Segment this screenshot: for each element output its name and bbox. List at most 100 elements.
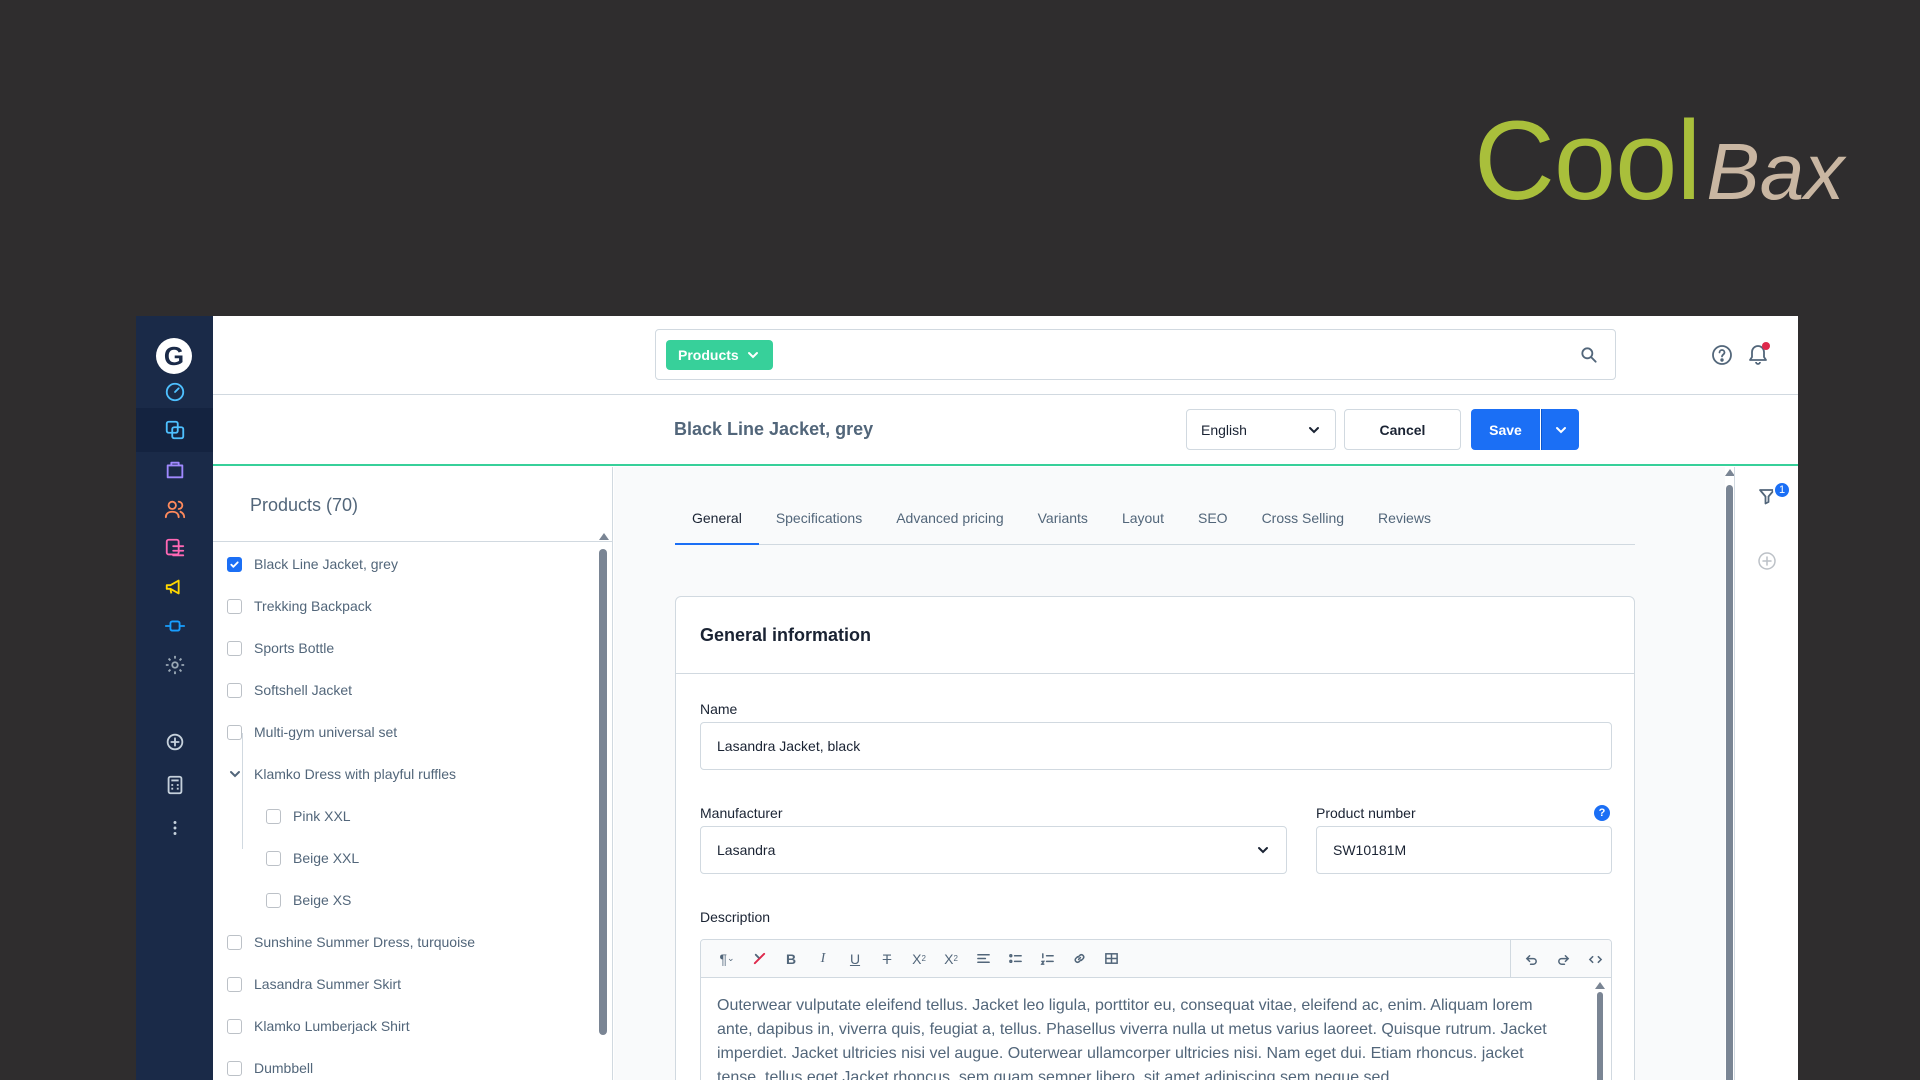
row-checkbox[interactable] (266, 808, 281, 824)
tab-seo[interactable]: SEO (1181, 510, 1245, 545)
marketing-icon[interactable] (136, 565, 213, 609)
language-select[interactable]: English (1186, 409, 1336, 450)
ordered-list-icon[interactable] (1031, 940, 1063, 978)
more-icon[interactable] (136, 806, 213, 850)
sidebar: G (136, 316, 213, 1080)
shopware-logo[interactable]: G (156, 338, 192, 374)
customers-icon[interactable] (136, 487, 213, 531)
underline-icon[interactable]: U (839, 940, 871, 978)
product-name: Black Line Jacket, grey (254, 556, 398, 572)
brand-bax: Bax (1706, 127, 1845, 216)
text-color-icon[interactable] (743, 940, 775, 978)
help-icon[interactable] (1710, 343, 1734, 367)
product-list-item[interactable]: Sports Bottle (227, 627, 334, 669)
row-checkbox[interactable] (227, 1018, 242, 1034)
scroll-up-arrow[interactable] (599, 533, 609, 540)
product-list-item[interactable]: Trekking Backpack (227, 585, 372, 627)
tab-layout[interactable]: Layout (1105, 510, 1181, 545)
description-text[interactable]: Outerwear vulputate eleifend tellus. Jac… (701, 978, 1611, 1080)
name-field[interactable]: Lasandra Jacket, black (700, 722, 1612, 770)
calculator-icon[interactable] (136, 763, 213, 807)
catalog-icon[interactable] (136, 408, 213, 452)
product-list-item[interactable]: Klamko Dress with playful ruffles (227, 753, 456, 795)
product-list-item[interactable]: Sunshine Summer Dress, turquoise (227, 921, 475, 963)
row-checkbox[interactable] (266, 850, 281, 866)
superscript-icon[interactable]: X2 (903, 940, 935, 978)
tab-reviews[interactable]: Reviews (1361, 510, 1448, 545)
strikethrough-icon[interactable]: T (871, 940, 903, 978)
product-list-item[interactable]: Beige XXL (266, 837, 359, 879)
expand-chevron-icon[interactable] (227, 767, 242, 782)
save-button[interactable]: Save (1471, 409, 1540, 450)
cancel-button[interactable]: Cancel (1344, 409, 1461, 450)
product-list-item[interactable]: Pink XXL (266, 795, 351, 837)
editor-scrollbar[interactable] (1597, 992, 1603, 1080)
page-header: Black Line Jacket, grey English Cancel S… (213, 395, 1798, 466)
chevron-down-icon (747, 352, 758, 359)
product-name: Softshell Jacket (254, 682, 353, 698)
row-checkbox[interactable] (227, 934, 242, 950)
italic-icon[interactable]: I (807, 940, 839, 978)
notification-dot (1762, 342, 1770, 350)
row-checkbox[interactable] (227, 556, 242, 572)
add-icon[interactable] (136, 720, 213, 764)
row-checkbox[interactable] (227, 976, 242, 992)
right-sidebar: 1 (1734, 467, 1798, 1080)
global-search[interactable]: Products (655, 329, 1616, 380)
product-name: Klamko Dress with playful ruffles (254, 766, 457, 782)
tab-variants[interactable]: Variants (1021, 510, 1105, 545)
product-list-title: Products (70) (213, 467, 612, 542)
code-view-icon[interactable] (1579, 940, 1611, 978)
product-list-item[interactable]: Softshell Jacket (227, 669, 352, 711)
tab-advanced-pricing[interactable]: Advanced pricing (879, 510, 1020, 545)
scrollbar-thumb[interactable] (1726, 485, 1733, 1080)
description-editor[interactable]: ¶ ⌄ B I U T X2 X2 Outerwear vulputate el… (700, 939, 1612, 1080)
brand-logo: Cool Bax (1474, 96, 1844, 225)
add-circle-icon[interactable] (1757, 551, 1777, 571)
tab-specifications[interactable]: Specifications (759, 510, 879, 545)
editor-history-tools (1510, 940, 1611, 978)
list-scrollbar[interactable] (599, 549, 607, 1035)
extensions-icon[interactable] (136, 604, 213, 648)
redo-icon[interactable] (1547, 940, 1579, 978)
row-checkbox[interactable] (227, 682, 242, 698)
row-checkbox[interactable] (227, 1060, 242, 1076)
tab-cross-selling[interactable]: Cross Selling (1245, 510, 1361, 545)
product-list-panel: Products (70) Black Line Jacket, grey Tre… (213, 467, 613, 1080)
product-list-item[interactable]: Black Line Jacket, grey (227, 543, 398, 585)
search-type-tag[interactable]: Products (666, 340, 773, 370)
product-name: Multi-gym universal set (254, 724, 398, 740)
product-list-item[interactable]: Beige XS (266, 879, 351, 921)
orders-icon[interactable] (136, 448, 213, 492)
content-icon[interactable] (136, 526, 213, 570)
product-list-item[interactable]: Klamko Lumberjack Shirt (227, 1005, 410, 1047)
table-icon[interactable] (1095, 940, 1127, 978)
align-icon[interactable] (967, 940, 999, 978)
unordered-list-icon[interactable] (999, 940, 1031, 978)
bold-icon[interactable]: B (775, 940, 807, 978)
card-title: General information (676, 597, 1634, 674)
editor-scroll-up-arrow[interactable] (1595, 982, 1605, 989)
product-list-item[interactable]: Lasandra Summer Skirt (227, 963, 401, 1005)
help-icon[interactable]: ? (1594, 805, 1610, 821)
product-list-item[interactable]: Multi-gym universal set (227, 711, 397, 753)
save-options-button[interactable] (1541, 409, 1579, 450)
settings-icon[interactable] (136, 643, 213, 687)
product-list-item[interactable]: Dumbbell (227, 1047, 313, 1080)
description-label: Description (700, 909, 771, 925)
link-icon[interactable] (1063, 940, 1095, 978)
row-checkbox[interactable] (227, 640, 242, 656)
search-icon[interactable] (1579, 345, 1599, 365)
tab-general[interactable]: General (675, 510, 759, 545)
paragraph-format-icon[interactable]: ¶ ⌄ (711, 940, 743, 978)
product-number-field[interactable]: SW10181M (1316, 826, 1612, 874)
subscript-icon[interactable]: X2 (935, 940, 967, 978)
undo-icon[interactable] (1515, 940, 1547, 978)
row-checkbox[interactable] (227, 724, 242, 740)
row-checkbox[interactable] (266, 892, 281, 908)
product-name: Klamko Lumberjack Shirt (254, 1018, 410, 1034)
content-scrollbar[interactable] (1725, 467, 1735, 1080)
product-name: Lasandra Summer Skirt (254, 976, 402, 992)
row-checkbox[interactable] (227, 598, 242, 614)
manufacturer-select[interactable]: Lasandra (700, 826, 1287, 874)
